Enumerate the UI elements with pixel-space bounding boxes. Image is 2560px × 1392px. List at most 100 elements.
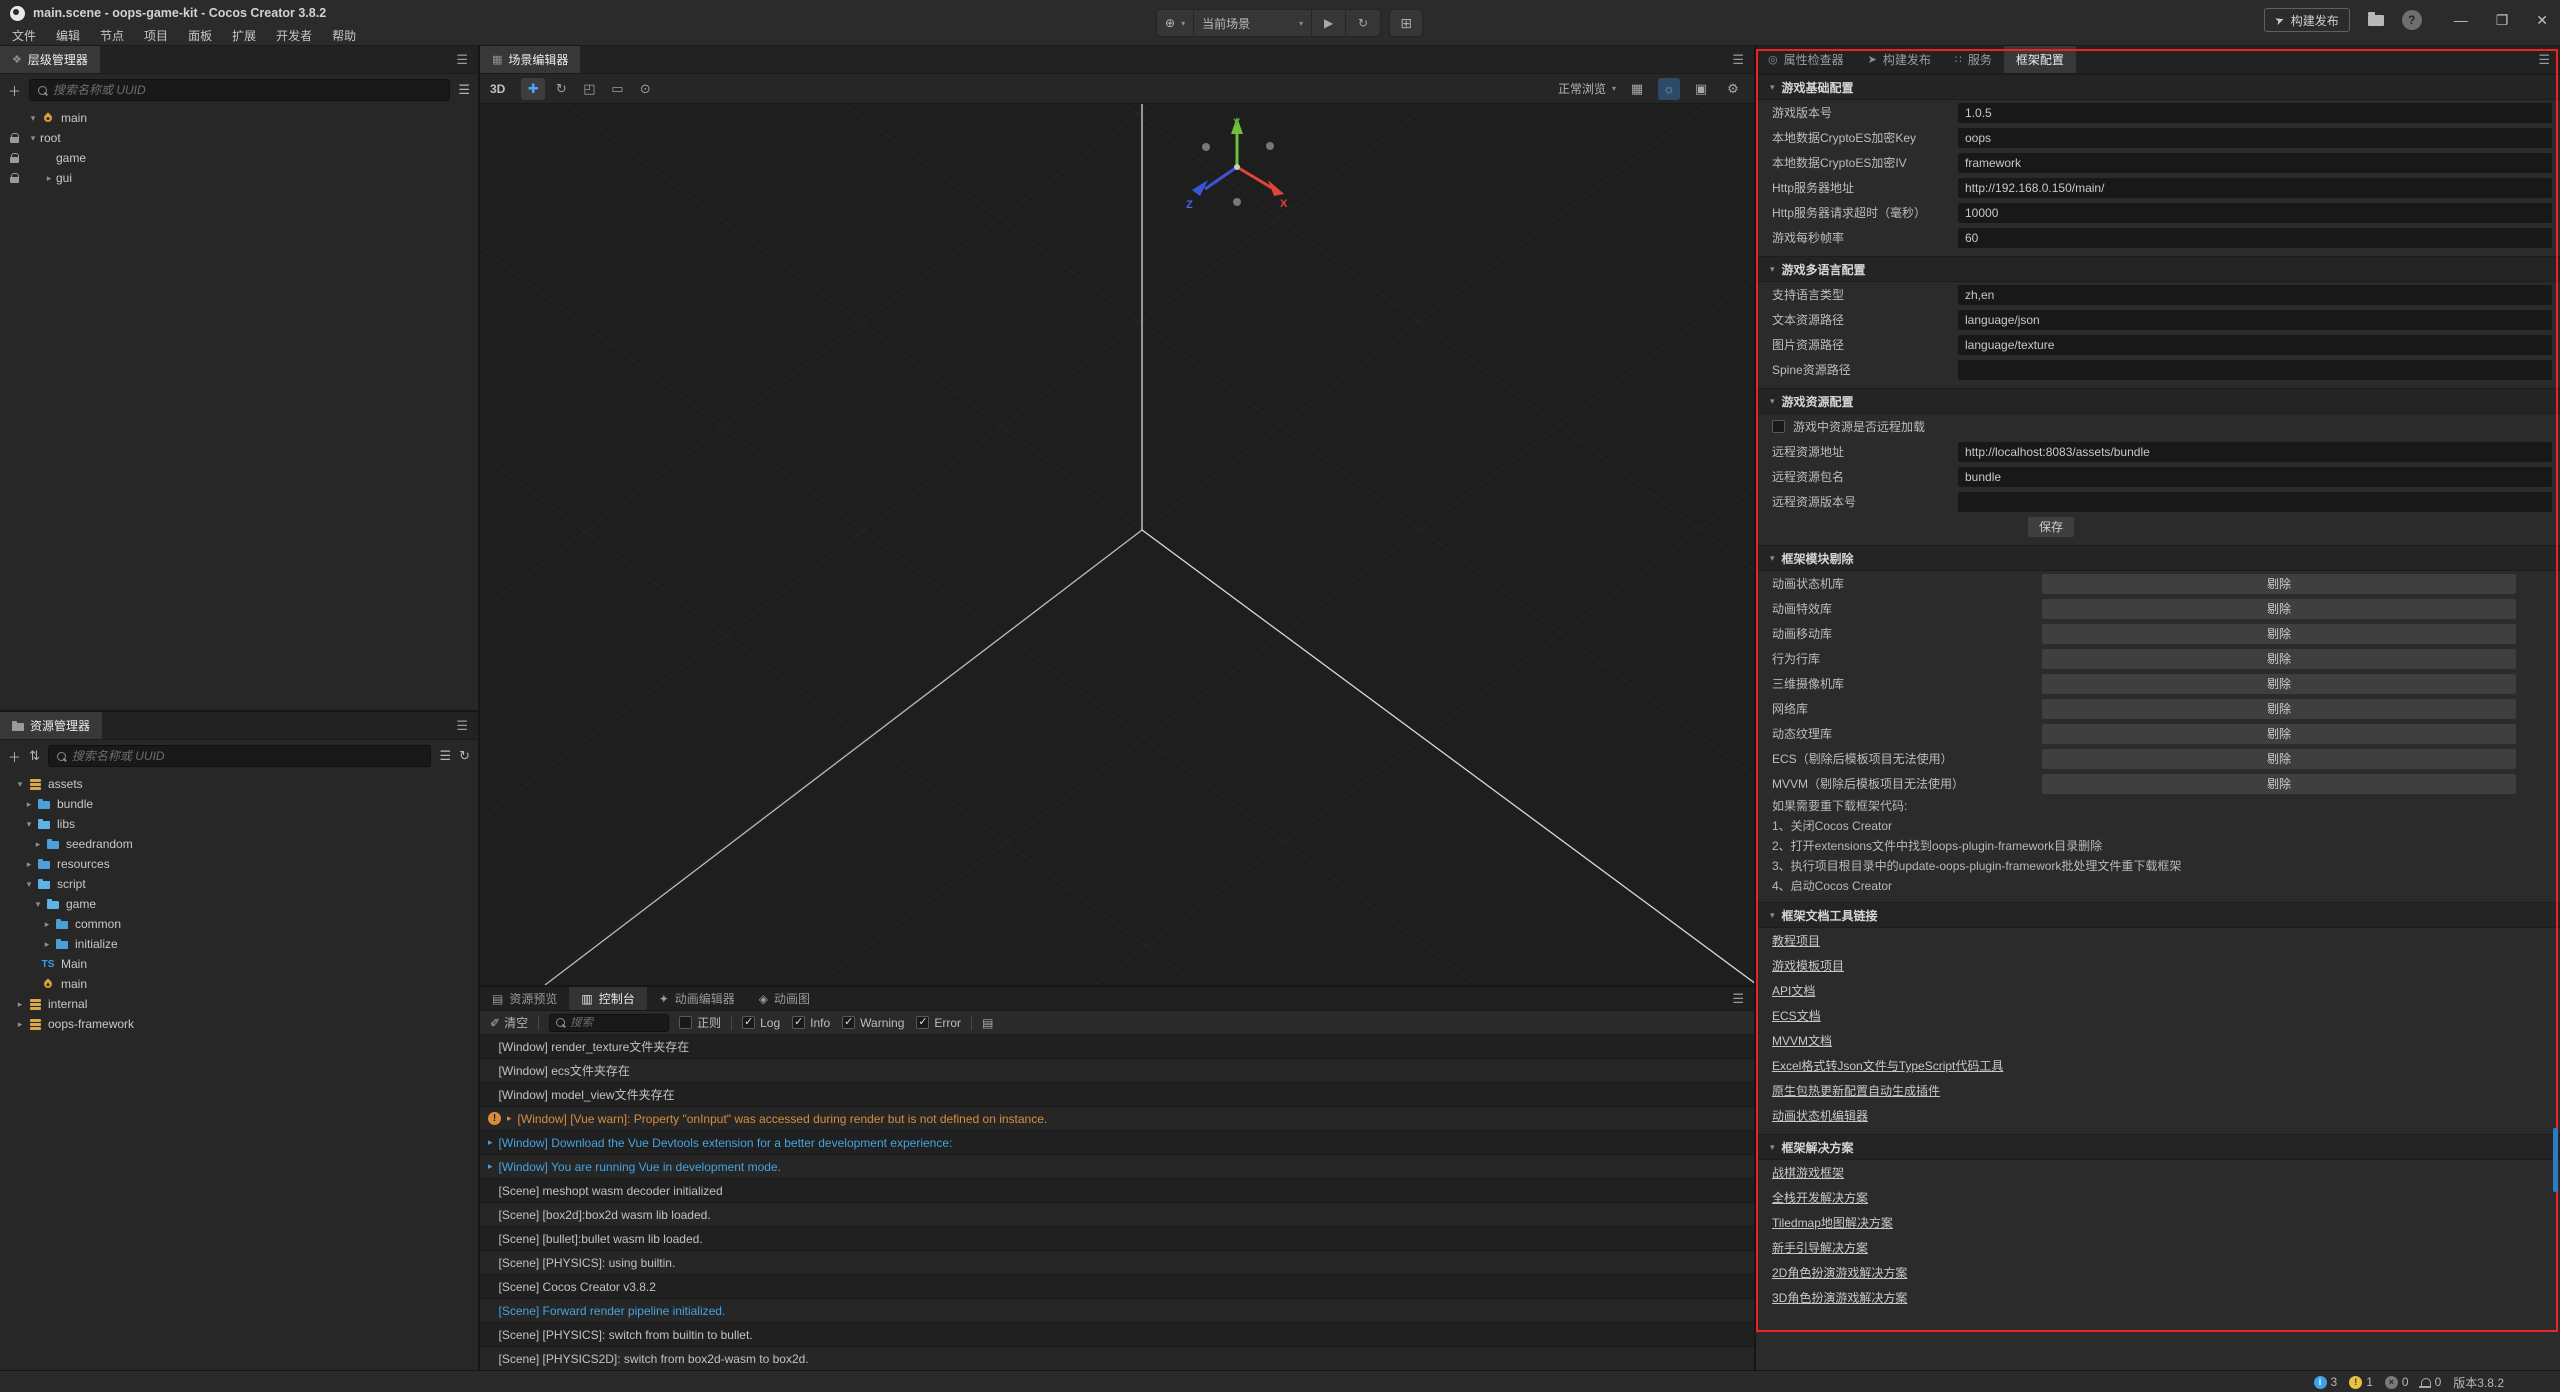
clear-console-button[interactable]: ✐ 清空 <box>490 1014 528 1031</box>
log-filter-toggle[interactable]: Info <box>792 1016 830 1030</box>
console-search[interactable] <box>549 1014 669 1032</box>
tree-chevron-icon[interactable] <box>40 919 54 930</box>
console-message-row[interactable]: ! ▸ [Window] You are running Vue in deve… <box>480 1155 1754 1179</box>
solution-link[interactable]: Tiledmap地图解决方案 <box>1772 1214 1893 1231</box>
build-publish-button[interactable]: ➤ 构建发布 <box>2264 8 2349 32</box>
tree-chevron-icon[interactable] <box>13 999 27 1010</box>
field-input[interactable] <box>1958 360 2552 380</box>
remove-module-button[interactable]: 剔除 <box>2042 774 2516 794</box>
tab-scene-editor[interactable]: ▦ 场景编辑器 <box>480 46 580 73</box>
doc-link[interactable]: 游戏模板项目 <box>1772 957 1844 974</box>
restart-button[interactable]: ↻ <box>1346 10 1380 36</box>
field-input[interactable]: http://localhost:8083/assets/bundle <box>1958 442 2552 462</box>
scene-select-dropdown[interactable]: 当前场景▾ <box>1194 10 1312 36</box>
maximize-button[interactable]: ❐ <box>2496 12 2509 29</box>
field-input[interactable]: language/json <box>1958 310 2552 330</box>
panel-menu-icon[interactable]: ☰ <box>456 718 468 734</box>
open-project-folder-icon[interactable] <box>2368 15 2384 26</box>
remove-module-button[interactable]: 剔除 <box>2042 599 2516 619</box>
console-message-row[interactable]: ! ▸ [Window] ecs文件夹存在 <box>480 1059 1754 1083</box>
tab-assets[interactable]: 资源管理器 <box>0 712 102 739</box>
remote-load-checkbox[interactable] <box>1772 420 1785 433</box>
asset-node[interactable]: oops-framework <box>0 1014 478 1034</box>
grid-toggle-icon[interactable]: ▦ <box>1626 78 1648 100</box>
asset-node[interactable]: initialize <box>0 934 478 954</box>
minimize-button[interactable]: — <box>2454 12 2468 28</box>
rect-tool-icon[interactable]: ▭ <box>605 78 629 100</box>
field-input[interactable]: 60 <box>1958 228 2552 248</box>
doc-link[interactable]: ECS文档 <box>1772 1007 1821 1024</box>
remove-module-button[interactable]: 剔除 <box>2042 649 2516 669</box>
asset-node[interactable]: assets <box>0 774 478 794</box>
platform-dropdown[interactable]: ⊕▾ <box>1157 10 1194 36</box>
rotate-tool-icon[interactable]: ↻ <box>549 78 573 100</box>
console-tab[interactable]: ✦ 动画编辑器 <box>647 987 747 1010</box>
inspector-scrollbar-thumb[interactable] <box>2553 1128 2558 1192</box>
expand-chevron-icon[interactable]: ▸ <box>488 1137 493 1148</box>
preview-qr-button[interactable]: ⊞ <box>1389 9 1423 37</box>
console-message-row[interactable]: ! ▸ [Scene] Cocos Creator v3.8.2 <box>480 1275 1754 1299</box>
console-tab[interactable]: ▥ 控制台 <box>569 987 646 1010</box>
hierarchy-node[interactable]: game <box>0 148 478 168</box>
save-button[interactable]: 保存 <box>2028 517 2074 537</box>
tree-chevron-icon[interactable] <box>13 779 27 790</box>
menu-item[interactable]: 开发者 <box>266 27 322 44</box>
console-message-row[interactable]: ! ▸ [Window] model_view文件夹存在 <box>480 1083 1754 1107</box>
console-message-row[interactable]: ! ▸ [Scene] [box2d]:box2d wasm lib loade… <box>480 1203 1754 1227</box>
menu-item[interactable]: 文件 <box>2 27 46 44</box>
scene-viewport[interactable]: Y X Z <box>480 104 1754 985</box>
axis-gizmo[interactable]: Y X Z <box>1182 112 1292 222</box>
remove-module-button[interactable]: 剔除 <box>2042 749 2516 769</box>
field-input[interactable]: http://192.168.0.150/main/ <box>1958 178 2552 198</box>
console-message-row[interactable]: ! ▸ [Window] render_texture文件夹存在 <box>480 1035 1754 1059</box>
remove-module-button[interactable]: 剔除 <box>2042 699 2516 719</box>
tree-chevron-icon[interactable] <box>26 113 40 124</box>
menu-item[interactable]: 编辑 <box>46 27 90 44</box>
menu-item[interactable]: 项目 <box>134 27 178 44</box>
camera-icon[interactable]: ▣ <box>1690 78 1712 100</box>
field-input[interactable]: 1.0.5 <box>1958 103 2552 123</box>
doc-link[interactable]: 教程项目 <box>1772 932 1820 949</box>
log-filter-toggle[interactable]: Warning <box>842 1016 904 1030</box>
field-input[interactable] <box>1958 492 2552 512</box>
menu-item[interactable]: 扩展 <box>222 27 266 44</box>
remove-module-button[interactable]: 剔除 <box>2042 574 2516 594</box>
tree-chevron-icon[interactable] <box>31 839 45 850</box>
solution-link[interactable]: 2D角色扮演游戏解决方案 <box>1772 1264 1907 1281</box>
lighting-toggle-icon[interactable]: ☼ <box>1658 78 1680 100</box>
sort-icon[interactable]: ⇅ <box>29 748 40 764</box>
doc-link[interactable]: API文档 <box>1772 982 1815 999</box>
tree-chevron-icon[interactable] <box>22 799 36 810</box>
warning-count[interactable]: ! 1 <box>2349 1375 2373 1389</box>
doc-link[interactable]: 动画状态机编辑器 <box>1772 1107 1868 1124</box>
add-node-button[interactable]: ＋ <box>8 81 21 100</box>
move-tool-icon[interactable]: ✚ <box>521 78 545 100</box>
assets-search-input[interactable] <box>72 749 423 763</box>
filter-icon[interactable]: ☰ <box>458 82 470 98</box>
panel-menu-icon[interactable]: ☰ <box>1732 52 1744 68</box>
filter-icon[interactable]: ☰ <box>439 748 451 764</box>
filter-checkbox[interactable] <box>742 1016 755 1029</box>
asset-node[interactable]: common <box>0 914 478 934</box>
asset-node[interactable]: internal <box>0 994 478 1014</box>
info-count[interactable]: i 3 <box>2314 1375 2338 1389</box>
section-resources[interactable]: ▾ 游戏资源配置 <box>1756 388 2560 414</box>
doc-link[interactable]: Excel格式转Json文件与TypeScript代码工具 <box>1772 1057 2003 1074</box>
hierarchy-node[interactable]: root <box>0 128 478 148</box>
log-filter-toggle[interactable]: Log <box>742 1016 780 1030</box>
filter-checkbox[interactable] <box>916 1016 929 1029</box>
help-button[interactable]: ? <box>2402 10 2422 30</box>
field-input[interactable]: 10000 <box>1958 203 2552 223</box>
console-tab[interactable]: ▤ 资源预览 <box>480 987 569 1010</box>
inspector-tab[interactable]: ∷ 服务 <box>1943 46 2004 73</box>
field-input[interactable]: zh,en <box>1958 285 2552 305</box>
tree-chevron-icon[interactable] <box>40 939 54 950</box>
menu-item[interactable]: 节点 <box>90 27 134 44</box>
tree-chevron-icon[interactable] <box>26 133 40 144</box>
solution-link[interactable]: 战棋游戏框架 <box>1772 1164 1844 1181</box>
panel-menu-icon[interactable]: ☰ <box>2538 52 2550 68</box>
asset-node[interactable]: main <box>0 974 478 994</box>
hierarchy-search[interactable] <box>29 79 450 101</box>
section-language[interactable]: ▾ 游戏多语言配置 <box>1756 256 2560 282</box>
field-input[interactable]: oops <box>1958 128 2552 148</box>
